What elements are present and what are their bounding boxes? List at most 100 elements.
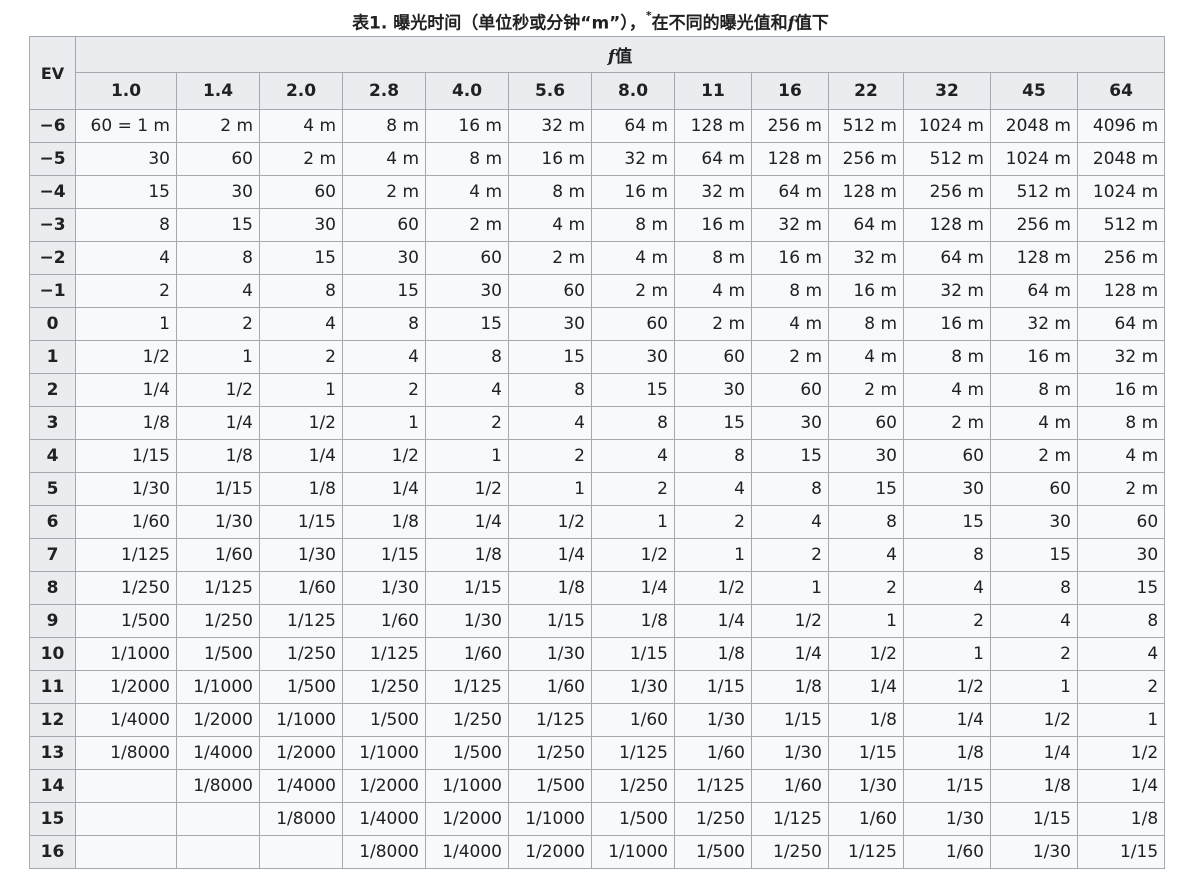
exposure-cell: 2 [674,505,752,539]
exposure-cell: 30 [903,472,991,506]
caption-f-symbol: f [787,13,795,34]
exposure-cell: 1/125 [176,571,260,605]
exposure-cell: 1/2 [425,472,509,506]
exposure-cell: 15 [903,505,991,539]
exposure-cell [75,802,177,836]
exposure-cell: 4 m [259,109,343,143]
footnote-mark[interactable]: * [646,9,652,22]
ev-column-header: EV [29,36,76,110]
ev-row-header: 3 [29,406,76,440]
exposure-cell: 1/250 [508,736,592,770]
exposure-cell [176,835,260,869]
exposure-cell: 512 m [903,142,991,176]
exposure-cell: 64 m [990,274,1078,308]
exposure-cell: 15 [751,439,829,473]
exposure-cell: 32 m [591,142,675,176]
exposure-cell: 1024 m [1076,175,1166,209]
exposure-cell: 1/125 [259,604,343,638]
exposure-cell: 2 [1076,670,1166,704]
fstop-header-cell: 11 [674,72,752,110]
exposure-cell: 1/8000 [259,802,343,836]
exposure-cell: 2048 m [1076,142,1166,176]
exposure-cell: 1/60 [591,703,675,737]
exposure-cell: 8 [259,274,343,308]
exposure-cell: 1/125 [751,802,829,836]
exposure-cell: 64 m [674,142,752,176]
exposure-cell: 1/2 [751,604,829,638]
fstop-header-cell: 22 [828,72,904,110]
exposure-cell: 8 m [990,373,1078,407]
exposure-cell: 1 [990,670,1078,704]
exposure-cell: 1/250 [425,703,509,737]
exposure-cell: 1/8 [342,505,426,539]
exposure-cell: 1/1000 [259,703,343,737]
exposure-cell: 64 m [903,241,991,275]
exposure-cell: 4 [75,241,177,275]
exposure-cell: 30 [176,175,260,209]
ev-row-header: 5 [29,472,76,506]
exposure-cell: 64 m [1076,307,1166,341]
table-row: −2 4 8 15 30 60 2 m4 m8 m 16 m 32 m 64 m 128 m 256 … [29,241,1166,275]
exposure-cell: 1/125 [75,538,177,572]
exposure-cell: 30 [828,439,904,473]
fstop-header-cell: 1.4 [176,72,260,110]
exposure-cell: 1/30 [508,637,592,671]
exposure-cell: 64 m [828,208,904,242]
exposure-cell: 1/15 [828,736,904,770]
exposure-cell: 1/4 [751,637,829,671]
ev-row-header: 9 [29,604,76,638]
fstop-group-header: f值 [74,36,1166,73]
exposure-cell: 1/60 [751,769,829,803]
exposure-cell: 1/1000 [342,736,426,770]
exposure-cell: 2 m [508,241,592,275]
caption-prefix: 表1. 曝光时间（单位秒或分钟“m”）， [352,13,646,34]
exposure-cell: 2 [342,373,426,407]
ev-row-header: −6 [29,109,76,143]
exposure-cell: 1/4 [259,439,343,473]
exposure-cell: 1/4 [75,373,177,407]
ev-row-header: −2 [29,241,76,275]
exposure-cell: 1/30 [990,835,1078,869]
table-row: −1 2 4 8 15 30 60 2 m4 m8 m 16 m 32 m 64 m 128 m [29,274,1166,308]
exposure-cell: 1/8000 [342,835,426,869]
exposure-cell: 1/30 [259,538,343,572]
exposure-cell: 512 m [990,175,1078,209]
exposure-cell: 32 m [1076,340,1166,374]
exposure-cell: 15 [591,373,675,407]
exposure-cell: 8 m [425,142,509,176]
exposure-cell: 15 [342,274,426,308]
exposure-cell: 8 [828,505,904,539]
exposure-cell: 30 [591,340,675,374]
exposure-cell: 256 m [1076,241,1166,275]
exposure-cell: 4 [828,538,904,572]
exposure-cell: 1/250 [751,835,829,869]
table-row: 16 1/8000 1/4000 1/2000 1/1000 1/500 1/250 1/12… [29,835,1166,869]
exposure-cell: 128 m [903,208,991,242]
fstop-header-cell: 45 [990,72,1078,110]
ev-row-header: 8 [29,571,76,605]
exposure-cell: 1/250 [259,637,343,671]
exposure-cell: 1/8 [591,604,675,638]
exposure-cell: 2 [176,307,260,341]
exposure-cell: 1/250 [176,604,260,638]
exposure-cell: 4 m [425,175,509,209]
exposure-cell: 1/60 [828,802,904,836]
exposure-cell: 2 [903,604,991,638]
exposure-cell: 1/2000 [425,802,509,836]
exposure-cell: 60 [259,175,343,209]
exposure-cell: 1/8 [903,736,991,770]
table-row: 12 1/4000 1/2000 1/1000 1/500 1/250 1/125 1/60 1… [29,703,1166,737]
fstop-header-cell: 5.6 [508,72,592,110]
exposure-cell: 1/60 [75,505,177,539]
exposure-cell: 1/15 [75,439,177,473]
exposure-cell: 1/30 [751,736,829,770]
exposure-cell: 30 [990,505,1078,539]
exposure-cell: 1/4000 [176,736,260,770]
exposure-cell: 1/500 [425,736,509,770]
exposure-cell: 1/4 [903,703,991,737]
exposure-cell: 16 m [508,142,592,176]
exposure-cell: 1/30 [75,472,177,506]
exposure-cell: 60 [342,208,426,242]
exposure-cell: 1/125 [425,670,509,704]
ev-row-header: 12 [29,703,76,737]
